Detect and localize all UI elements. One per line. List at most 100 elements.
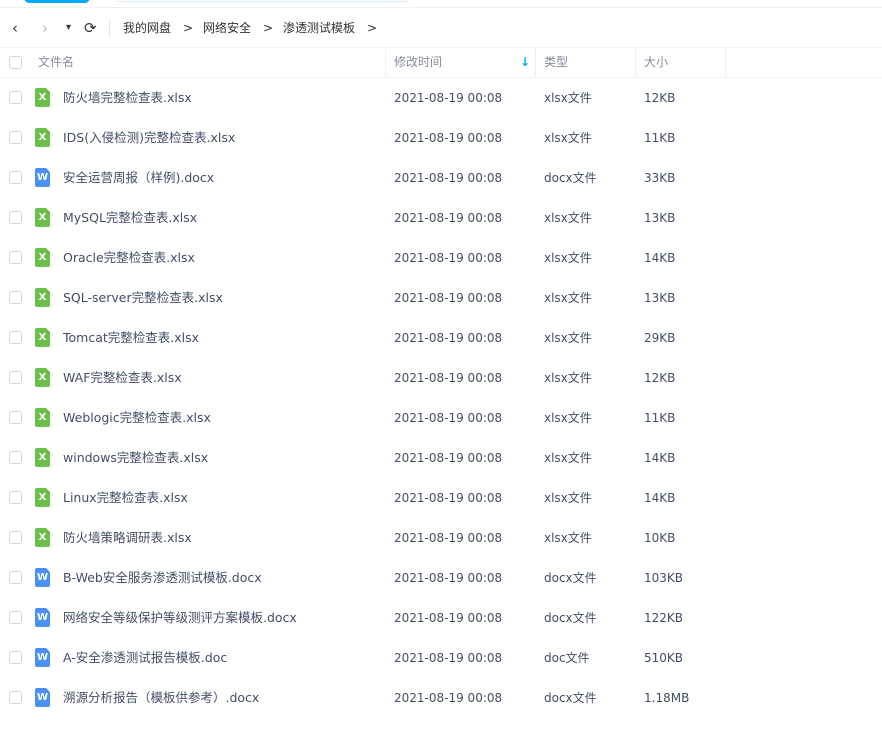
file-modified: 2021-08-19 00:08 [394,331,503,345]
file-modified: 2021-08-19 00:08 [394,371,503,385]
column-modified[interactable]: 修改时间 [394,48,442,77]
file-name[interactable]: 防火墙策略调研表.xlsx [63,518,192,558]
file-row[interactable]: W A-安全渗透测试报告模板.doc 2021-08-19 00:08 doc文… [0,638,882,678]
file-row[interactable]: X 防火墙完整检查表.xlsx 2021-08-19 00:08 xlsx文件 … [0,78,882,118]
file-name[interactable]: B-Web安全服务渗透测试模板.docx [63,558,262,598]
row-checkbox[interactable] [9,331,22,344]
file-row[interactable]: X Tomcat完整检查表.xlsx 2021-08-19 00:08 xlsx… [0,318,882,358]
file-type: doc文件 [544,651,590,665]
column-divider[interactable] [535,48,536,77]
file-name[interactable]: WAF完整检查表.xlsx [63,358,182,398]
file-modified: 2021-08-19 00:08 [394,651,503,665]
file-size: 14KB [644,451,676,465]
column-type[interactable]: 类型 [544,48,568,77]
docx-file-icon: W [35,688,50,707]
forward-icon[interactable]: › [42,16,48,40]
docx-file-icon: W [35,648,50,667]
back-icon[interactable]: ‹ [12,16,18,40]
file-modified: 2021-08-19 00:08 [394,171,503,185]
row-checkbox[interactable] [9,251,22,264]
file-name[interactable]: 网络安全等级保护等级测评方案模板.docx [63,598,297,638]
file-modified: 2021-08-19 00:08 [394,251,503,265]
column-size[interactable]: 大小 [644,48,668,77]
file-row[interactable]: X MySQL完整检查表.xlsx 2021-08-19 00:08 xlsx文… [0,198,882,238]
file-modified: 2021-08-19 00:08 [394,451,503,465]
breadcrumb-separator: > [367,21,378,35]
file-name[interactable]: 安全运营周报（样例).docx [63,158,214,198]
file-row[interactable]: W 网络安全等级保护等级测评方案模板.docx 2021-08-19 00:08… [0,598,882,638]
file-row[interactable]: X 防火墙策略调研表.xlsx 2021-08-19 00:08 xlsx文件 … [0,518,882,558]
file-row[interactable]: X WAF完整检查表.xlsx 2021-08-19 00:08 xlsx文件 … [0,358,882,398]
file-name[interactable]: A-安全渗透测试报告模板.doc [63,638,227,678]
file-type: docx文件 [544,571,597,585]
column-name[interactable]: 文件名 [38,48,74,77]
row-checkbox[interactable] [9,91,22,104]
file-name[interactable]: Tomcat完整检查表.xlsx [63,318,199,358]
file-modified: 2021-08-19 00:08 [394,91,503,105]
file-size: 29KB [644,331,676,345]
file-type: xlsx文件 [544,331,592,345]
row-checkbox[interactable] [9,171,22,184]
file-size: 510KB [644,651,684,665]
xlsx-file-icon: X [35,488,50,507]
row-checkbox[interactable] [9,451,22,464]
column-divider[interactable] [725,48,726,77]
row-checkbox[interactable] [9,571,22,584]
file-name[interactable]: 溯源分析报告（模板供参考）.docx [63,678,259,718]
breadcrumb-item[interactable]: 我的网盘 [123,16,171,40]
file-row[interactable]: W 安全运营周报（样例).docx 2021-08-19 00:08 docx文… [0,158,882,198]
docx-file-icon: W [35,168,50,187]
file-type: docx文件 [544,171,597,185]
row-checkbox[interactable] [9,131,22,144]
refresh-icon[interactable]: ⟳ [84,16,97,40]
breadcrumb-item[interactable]: 网络安全 [203,16,251,40]
file-row[interactable]: X IDS(入侵检测)完整检查表.xlsx 2021-08-19 00:08 x… [0,118,882,158]
file-row[interactable]: W B-Web安全服务渗透测试模板.docx 2021-08-19 00:08 … [0,558,882,598]
docx-file-icon: W [35,608,50,627]
file-name[interactable]: Weblogic完整检查表.xlsx [63,398,211,438]
row-checkbox[interactable] [9,371,22,384]
row-checkbox[interactable] [9,611,22,624]
select-all-checkbox[interactable] [9,56,22,69]
row-checkbox[interactable] [9,291,22,304]
row-checkbox[interactable] [9,691,22,704]
file-row[interactable]: X SQL-server完整检查表.xlsx 2021-08-19 00:08 … [0,278,882,318]
file-name[interactable]: windows完整检查表.xlsx [63,438,208,478]
file-modified: 2021-08-19 00:08 [394,411,503,425]
file-type: xlsx文件 [544,291,592,305]
column-divider[interactable] [635,48,636,77]
upload-button[interactable] [24,0,90,3]
xlsx-file-icon: X [35,128,50,147]
search-input[interactable] [115,0,410,3]
docx-file-icon: W [35,568,50,587]
row-checkbox[interactable] [9,411,22,424]
file-row[interactable]: X Linux完整检查表.xlsx 2021-08-19 00:08 xlsx文… [0,478,882,518]
breadcrumb-item[interactable]: 渗透测试模板 [283,16,355,40]
file-size: 11KB [644,131,676,145]
xlsx-file-icon: X [35,208,50,227]
row-checkbox[interactable] [9,211,22,224]
file-size: 13KB [644,211,676,225]
file-type: xlsx文件 [544,371,592,385]
file-row[interactable]: X Oracle完整检查表.xlsx 2021-08-19 00:08 xlsx… [0,238,882,278]
xlsx-file-icon: X [35,248,50,267]
column-divider[interactable] [385,48,386,77]
row-checkbox[interactable] [9,651,22,664]
file-size: 122KB [644,611,684,625]
file-name[interactable]: Linux完整检查表.xlsx [63,478,188,518]
file-size: 1.18MB [644,691,690,705]
file-name[interactable]: SQL-server完整检查表.xlsx [63,278,223,318]
file-size: 14KB [644,251,676,265]
sort-desc-icon[interactable]: ↓ [520,48,530,77]
history-dropdown-icon[interactable]: ▾ [66,16,71,40]
file-row[interactable]: X Weblogic完整检查表.xlsx 2021-08-19 00:08 xl… [0,398,882,438]
file-name[interactable]: Oracle完整检查表.xlsx [63,238,195,278]
file-name[interactable]: 防火墙完整检查表.xlsx [63,78,192,118]
file-row[interactable]: X windows完整检查表.xlsx 2021-08-19 00:08 xls… [0,438,882,478]
file-name[interactable]: MySQL完整检查表.xlsx [63,198,197,238]
file-name[interactable]: IDS(入侵检测)完整检查表.xlsx [63,118,235,158]
file-type: xlsx文件 [544,491,592,505]
row-checkbox[interactable] [9,531,22,544]
file-row[interactable]: W 溯源分析报告（模板供参考）.docx 2021-08-19 00:08 do… [0,678,882,718]
row-checkbox[interactable] [9,491,22,504]
